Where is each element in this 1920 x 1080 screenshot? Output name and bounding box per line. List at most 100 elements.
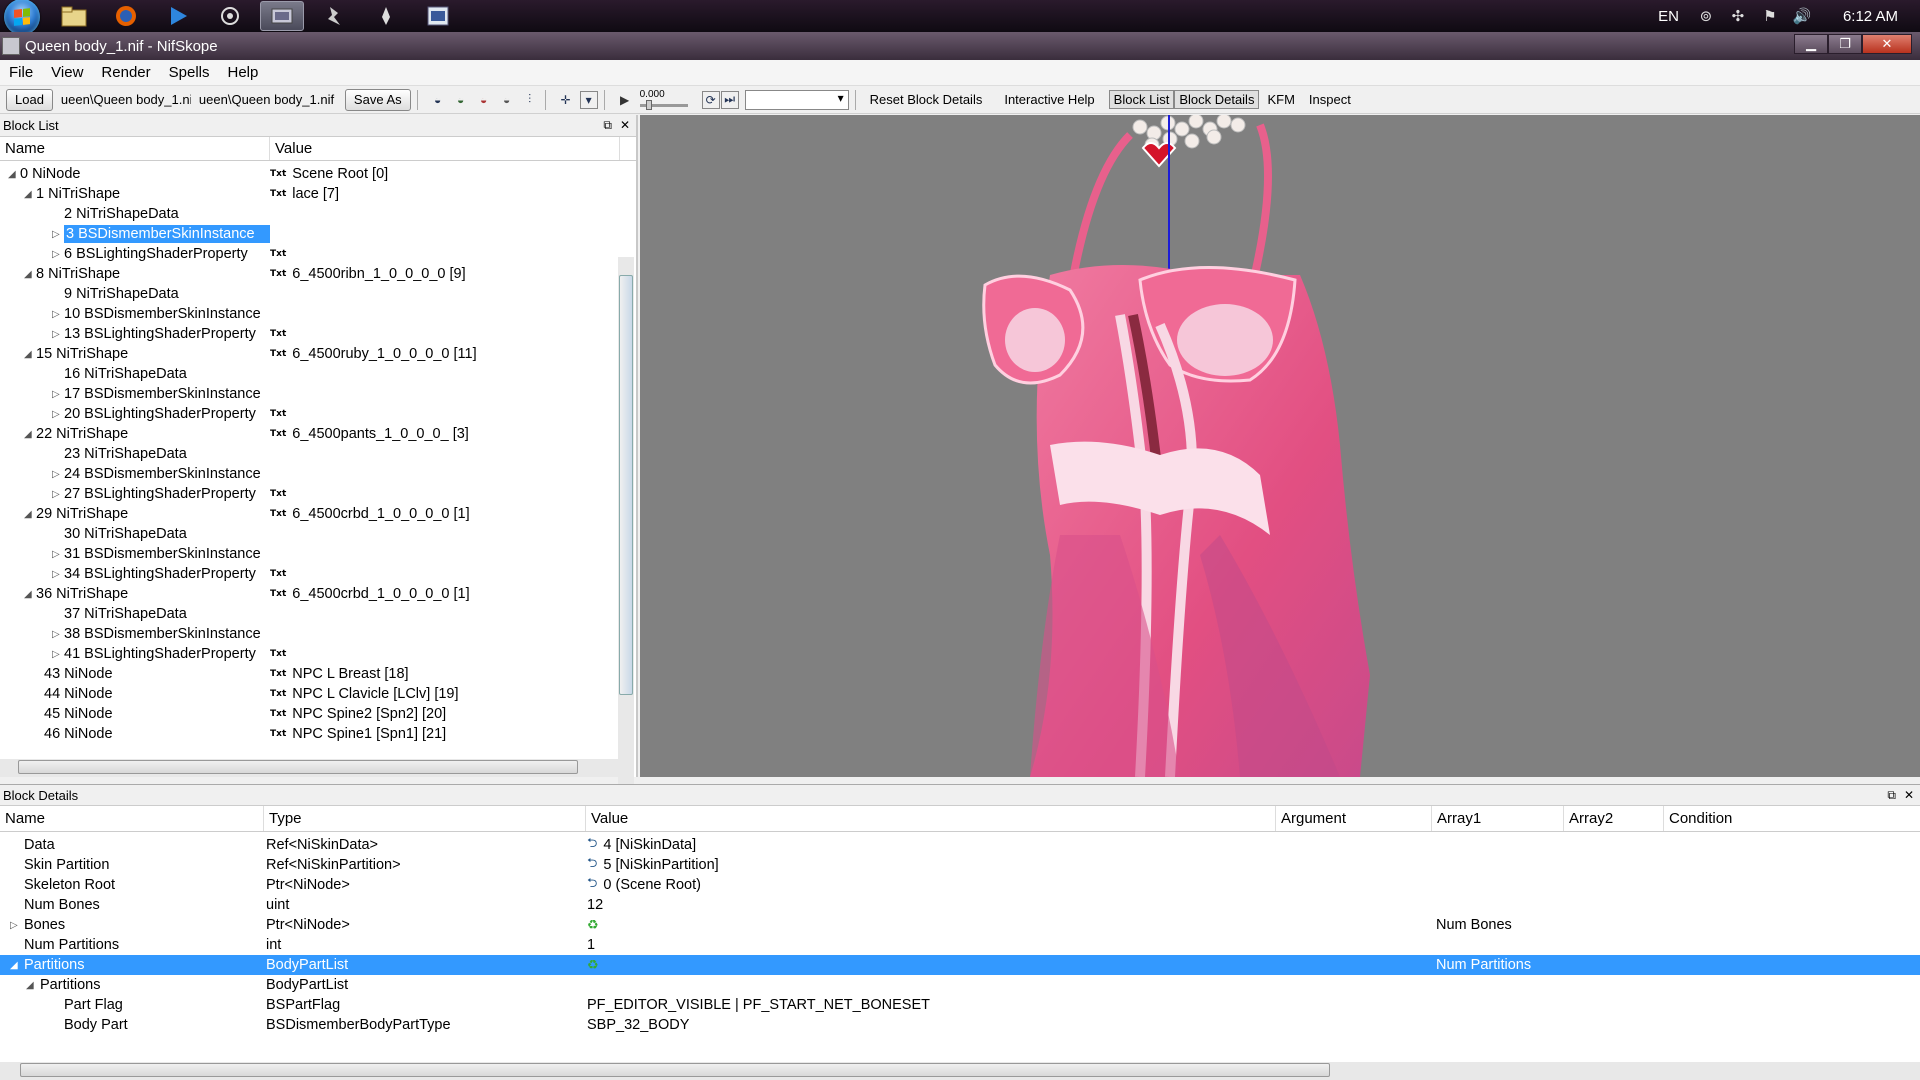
view-side-icon[interactable]: ◒: [475, 91, 493, 109]
array-icon[interactable]: ♻: [587, 917, 599, 933]
panel-close-icon[interactable]: ✕: [1904, 788, 1914, 803]
tree-row[interactable]: ◢ 8 NiTriShape Txt 6_4500ribn_1_0_0_0_0 [9]: [0, 264, 636, 284]
menu-render[interactable]: Render: [92, 64, 159, 81]
tree-row[interactable]: ◢ 1 NiTriShape Txt lace [7]: [0, 184, 636, 204]
tree-row[interactable]: ◢ 22 NiTriShape Txt 6_4500pants_1_0_0_0_ [3…: [0, 424, 636, 444]
tree-row[interactable]: ▷ 17 BSDismemberSkinInstance: [0, 384, 636, 404]
menu-help[interactable]: Help: [218, 64, 267, 81]
time-slider[interactable]: [639, 99, 688, 110]
clock[interactable]: 6:12 AM: [1843, 8, 1898, 25]
interactive-help-button[interactable]: Interactive Help: [1000, 90, 1098, 109]
language-indicator[interactable]: EN: [1658, 8, 1679, 25]
tree-row[interactable]: ▷ 27 BSLightingShaderProperty Txt: [0, 484, 636, 504]
walk-mode-icon[interactable]: ⫶: [521, 91, 539, 109]
tree-row[interactable]: ▷ 10 BSDismemberSkinInstance: [0, 304, 636, 324]
menu-view[interactable]: View: [42, 64, 92, 81]
horizontal-scrollbar[interactable]: [0, 759, 620, 777]
pen-taskbar-icon[interactable]: [364, 1, 408, 31]
tree-row[interactable]: ▷ 24 BSDismemberSkinInstance: [0, 464, 636, 484]
float-icon[interactable]: ⧉: [1887, 788, 1896, 803]
column-header-name[interactable]: Name: [0, 806, 264, 831]
maximize-button[interactable]: ❐: [1828, 34, 1862, 54]
vertical-scrollbar[interactable]: [618, 257, 634, 869]
save-path-field[interactable]: ueen\Queen body_1.nif: [199, 89, 339, 111]
collapse-arrow-icon[interactable]: ◢: [24, 349, 32, 360]
expand-arrow-icon[interactable]: ▷: [52, 409, 60, 420]
details-value-cell[interactable]: 1: [586, 935, 1276, 955]
details-value-cell[interactable]: ⮌ 5 [NiSkinPartition]: [586, 855, 1276, 875]
tree-row[interactable]: ▷ 41 BSLightingShaderProperty Txt: [0, 644, 636, 664]
tree-row[interactable]: 2 NiTriShapeData: [0, 204, 636, 224]
load-button[interactable]: Load: [6, 88, 53, 111]
action-center-flag-icon[interactable]: ⚑: [1761, 7, 1779, 25]
menu-spells[interactable]: Spells: [160, 64, 219, 81]
column-header-array2[interactable]: Array2: [1564, 806, 1664, 831]
tree-row[interactable]: ▷ 6 BSLightingShaderProperty Txt: [0, 244, 636, 264]
tree-row[interactable]: ▷ 38 BSDismemberSkinInstance: [0, 624, 636, 644]
tree-row[interactable]: 30 NiTriShapeData: [0, 524, 636, 544]
details-value-cell[interactable]: [586, 975, 1276, 995]
array-icon[interactable]: ♻: [587, 957, 599, 973]
nifskope-taskbar-icon[interactable]: [260, 1, 304, 31]
switch-icon[interactable]: ⏭: [720, 90, 739, 109]
collapse-arrow-icon[interactable]: ◢: [24, 189, 32, 200]
tree-row[interactable]: ◢ 15 NiTriShape Txt 6_4500ruby_1_0_0_0_0 [1…: [0, 344, 636, 364]
loop-icon[interactable]: ⟳: [701, 90, 720, 109]
expand-arrow-icon[interactable]: ▷: [52, 309, 60, 320]
expand-arrow-icon[interactable]: ▷: [10, 920, 18, 931]
details-value-cell[interactable]: SBP_32_BODY: [586, 1015, 1276, 1035]
tree-row[interactable]: 23 NiTriShapeData: [0, 444, 636, 464]
details-row[interactable]: Data Ref<NiSkinData> ⮌ 4 [NiSkinData]: [0, 835, 1920, 855]
collapse-arrow-icon[interactable]: ◢: [24, 589, 32, 600]
column-header-argument[interactable]: Argument: [1276, 806, 1432, 831]
speaker-icon[interactable]: 🔊: [1793, 7, 1812, 25]
firefox-taskbar-icon[interactable]: [104, 1, 148, 31]
panel-close-icon[interactable]: ✕: [620, 118, 630, 133]
tree-row[interactable]: 9 NiTriShapeData: [0, 284, 636, 304]
details-value-cell[interactable]: 12: [586, 895, 1276, 915]
close-button[interactable]: ✕: [1862, 34, 1912, 54]
block-details-toggle[interactable]: Block Details: [1174, 90, 1260, 109]
details-row[interactable]: Skeleton Root Ptr<NiNode> ⮌ 0 (Scene Root): [0, 875, 1920, 895]
tree-row[interactable]: ▷ 20 BSLightingShaderProperty Txt: [0, 404, 636, 424]
view-front-icon[interactable]: ◒: [452, 91, 470, 109]
save-as-button[interactable]: Save As: [344, 88, 411, 111]
explorer-taskbar-icon[interactable]: [52, 1, 96, 31]
details-row[interactable]: Body Part BSDismemberBodyPartType SBP_32_B…: [0, 1015, 1920, 1035]
horizontal-scrollbar[interactable]: [0, 1062, 1920, 1080]
tree-row[interactable]: ◢ 0 NiNode Txt Scene Root [0]: [0, 164, 636, 184]
tree-row[interactable]: ▷ 34 BSLightingShaderProperty Txt: [0, 564, 636, 584]
column-header-type[interactable]: Type: [264, 806, 586, 831]
details-value-cell[interactable]: ⮌ 4 [NiSkinData]: [586, 835, 1276, 855]
steam-app-taskbar-icon[interactable]: [208, 1, 252, 31]
details-row[interactable]: ▷ Bones Ptr<NiNode> ♻ Num Bones: [0, 915, 1920, 935]
view-user-icon[interactable]: ◒: [498, 91, 516, 109]
tree-row[interactable]: ▷ 31 BSDismemberSkinInstance: [0, 544, 636, 564]
collapse-arrow-icon[interactable]: ◢: [24, 429, 32, 440]
expand-arrow-icon[interactable]: ▷: [52, 649, 60, 660]
menu-file[interactable]: File: [0, 64, 42, 81]
column-header-array1[interactable]: Array1: [1432, 806, 1564, 831]
collapse-arrow-icon[interactable]: ◢: [10, 960, 18, 971]
start-button[interactable]: [0, 0, 44, 35]
column-header-condition[interactable]: Condition: [1664, 806, 1920, 831]
details-row[interactable]: Part Flag BSPartFlag PF_EDITOR_VISIBLE | P…: [0, 995, 1920, 1015]
tree-row[interactable]: 37 NiTriShapeData: [0, 604, 636, 624]
minimize-button[interactable]: ▁: [1794, 34, 1828, 54]
link-icon[interactable]: ⮌: [587, 835, 597, 855]
details-value-cell[interactable]: ♻: [586, 955, 1276, 975]
collapse-arrow-icon[interactable]: ◢: [24, 269, 32, 280]
reset-block-details-button[interactable]: Reset Block Details: [866, 90, 987, 109]
expand-arrow-icon[interactable]: ▷: [52, 629, 60, 640]
details-value-cell[interactable]: PF_EDITOR_VISIBLE | PF_START_NET_BONESET: [586, 995, 1276, 1015]
expand-arrow-icon[interactable]: ▷: [52, 249, 60, 260]
view-top-icon[interactable]: ◒: [429, 91, 447, 109]
collapse-arrow-icon[interactable]: ◢: [24, 509, 32, 520]
column-header-value[interactable]: Value: [270, 137, 620, 160]
media-player-taskbar-icon[interactable]: [156, 1, 200, 31]
inspect-toggle[interactable]: Inspect: [1305, 90, 1355, 109]
tree-row[interactable]: 16 NiTriShapeData: [0, 364, 636, 384]
animation-select[interactable]: [744, 89, 849, 110]
dropdown-arrow-icon[interactable]: ▾: [579, 90, 598, 109]
block-list-toggle[interactable]: Block List: [1108, 90, 1175, 109]
